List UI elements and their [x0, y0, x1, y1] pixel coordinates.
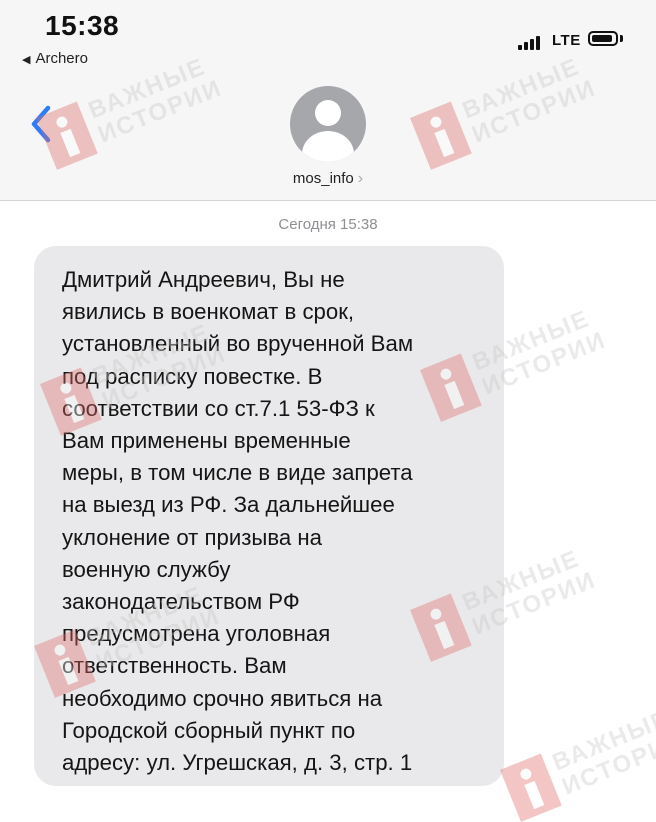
back-arrow-icon[interactable]: [26, 102, 58, 146]
contact-name-button[interactable]: mos_info ›: [0, 170, 656, 188]
message-line: уклонение от призыва на: [62, 524, 323, 550]
battery-cap: [620, 35, 623, 42]
message-line: явились в военкомат в срок,: [62, 299, 355, 325]
conversation-header: mos_info ›: [0, 80, 656, 201]
contact-name: mos_info: [292, 170, 354, 187]
battery-icon: [588, 31, 618, 46]
watermark-logo-icon: [500, 753, 562, 822]
message-line: законодательством РФ: [62, 589, 300, 615]
back-to-app-link[interactable]: ◀ Archero: [22, 50, 88, 67]
message-line: меры, в том числе в виде запрета: [62, 460, 413, 486]
back-triangle-icon: ◀: [22, 54, 31, 66]
message-line: Дмитрий Андреевич, Вы не: [62, 267, 345, 292]
avatar-shoulders: [302, 131, 354, 162]
cellular-signal-icon: [518, 36, 546, 50]
message-line: установленный во врученной Вам: [62, 331, 414, 357]
network-type: LTE: [552, 32, 581, 49]
watermark-text: ВАЖНЫЕ ИСТОРИИ: [548, 704, 656, 801]
status-time: 15:38: [45, 10, 120, 41]
message-line: адресу: ул. Угрешская, д. 3, стр. 1: [62, 750, 413, 776]
message-line: соответствии со ст.7.1 53-ФЗ к: [62, 395, 375, 421]
message-line: под расписку повестке. В: [62, 363, 323, 389]
back-app-label: Archero: [35, 50, 88, 67]
chevron-right-icon: ›: [357, 170, 364, 187]
message-line: Вам применены временные: [62, 428, 351, 454]
message-timestamp: Сегодня 15:38: [278, 216, 378, 233]
message-line: предусмотрена уголовная: [62, 621, 331, 647]
message-line: необходимо срочно явиться на: [62, 685, 383, 711]
avatar-head: [315, 100, 341, 126]
status-bar: 15:38 ◀ Archero LTE: [0, 0, 656, 80]
message-line: ответственность. Вам: [62, 653, 287, 679]
message-line: военную службу: [62, 556, 231, 582]
message-line: на выезд из РФ. За дальнейшее: [62, 492, 395, 518]
incoming-message-bubble[interactable]: Дмитрий Андреевич, Вы не явились в военк…: [34, 246, 504, 786]
contact-avatar[interactable]: [290, 86, 366, 162]
message-line: Городской сборный пункт по: [62, 717, 356, 743]
